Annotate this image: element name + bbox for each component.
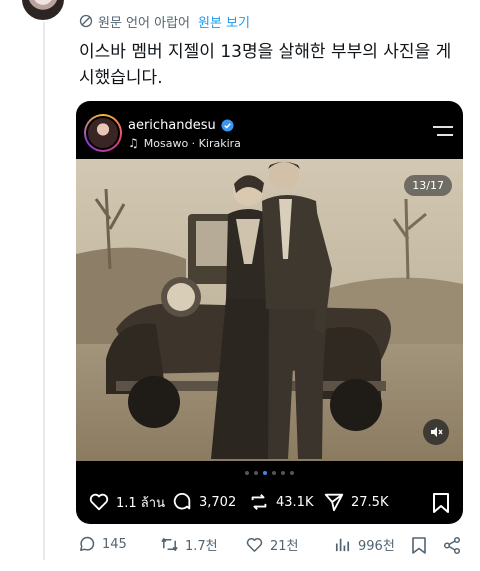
instagram-username-row: aerichandesu: [128, 118, 234, 133]
carousel-counter: 13/17: [404, 175, 452, 196]
instagram-comment-button[interactable]: 3,702: [171, 491, 236, 513]
views-button[interactable]: 996천: [333, 535, 395, 554]
reply-icon: [80, 536, 95, 551]
carousel-dot: [263, 471, 267, 475]
carousel-dots: [76, 471, 463, 475]
retweet-button[interactable]: 1.7천: [160, 535, 218, 554]
instagram-repost-button[interactable]: 43.1K: [248, 491, 313, 513]
tweet-actions-bar: 145 1.7천 21천 996천: [72, 533, 472, 559]
views-count: 996천: [358, 539, 395, 554]
like-button[interactable]: 21천: [245, 535, 299, 554]
verified-badge-icon: [221, 119, 234, 132]
photo-illustration: [76, 159, 463, 461]
instagram-music-label: Mosawo · Kirakira: [143, 136, 241, 150]
carousel-dot: [254, 471, 258, 475]
instagram-music-row: ♫ Mosawo · Kirakira: [128, 136, 241, 150]
thread-connector-line: [43, 20, 45, 560]
translate-icon: [79, 14, 93, 28]
bookmark-icon[interactable]: [410, 536, 428, 555]
menu-icon: [433, 126, 453, 136]
instagram-share-count: 27.5K: [351, 494, 389, 510]
instagram-bookmark-icon[interactable]: [431, 492, 451, 514]
embedded-instagram-media[interactable]: aerichandesu ♫ Mosawo · Kirakira 13/17 1…: [76, 101, 463, 524]
carousel-dot: [272, 471, 276, 475]
comment-bubble-icon: [173, 492, 191, 510]
instagram-post-header: aerichandesu ♫ Mosawo · Kirakira: [76, 101, 463, 159]
instagram-comment-count: 3,702: [199, 494, 237, 510]
instagram-like-button[interactable]: 1.1 ล้าน: [88, 491, 165, 513]
instagram-actions-bar: 1.1 ล้าน 3,702 43.1K 27.5K: [76, 487, 463, 517]
reply-button[interactable]: 145: [77, 535, 127, 554]
like-count: 21천: [270, 539, 299, 554]
instagram-avatar: [84, 114, 122, 152]
heart-icon: [246, 537, 263, 552]
music-note-icon: ♫: [128, 136, 139, 150]
instagram-username: aerichandesu: [128, 118, 216, 133]
show-original-link[interactable]: 원본 보기: [198, 12, 250, 31]
author-avatar[interactable]: [20, 0, 66, 22]
mute-button[interactable]: [423, 419, 449, 445]
tweet-text: 이스바 멤버 지젤이 13명을 살해한 부부의 사진을 게시했습니다.: [79, 42, 452, 88]
carousel-dot: [281, 471, 285, 475]
reply-count: 145: [102, 537, 127, 552]
send-paper-plane-icon: [324, 493, 344, 512]
translation-source-language: 원문 언어 아랍어: [98, 15, 190, 31]
heart-icon: [89, 493, 109, 511]
share-icon[interactable]: [443, 536, 461, 555]
retweet-count: 1.7천: [185, 539, 218, 554]
translation-notice: 원문 언어 아랍어 원본 보기: [79, 10, 250, 32]
instagram-like-count: 1.1 ล้าน: [116, 495, 165, 511]
carousel-dot: [290, 471, 294, 475]
carousel-dot: [245, 471, 249, 475]
instagram-repost-count: 43.1K: [276, 494, 314, 510]
vintage-couple-photo: 13/17: [76, 159, 463, 461]
speaker-muted-icon: [431, 427, 443, 437]
retweet-icon: [161, 538, 178, 551]
bar-chart-icon: [335, 538, 350, 552]
instagram-share-button[interactable]: 27.5K: [323, 491, 388, 513]
repost-icon: [251, 494, 267, 510]
